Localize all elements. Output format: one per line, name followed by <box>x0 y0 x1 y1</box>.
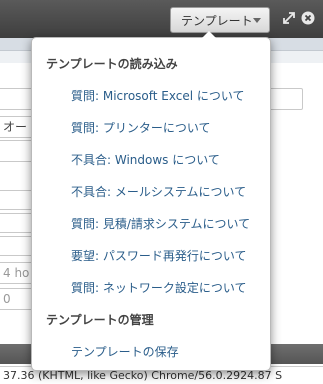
expand-icon[interactable] <box>281 10 297 26</box>
load-templates-heading: テンプレートの読み込み <box>46 57 178 71</box>
template-item-billing[interactable]: 質問: 見積/請求システムについて <box>71 215 250 232</box>
template-item-network[interactable]: 質問: ネットワーク設定について <box>71 279 247 296</box>
background-field[interactable] <box>0 213 34 233</box>
manage-templates-heading: テンプレートの管理 <box>46 313 154 327</box>
top-toolbar: テンプレート <box>0 0 323 39</box>
template-item-password[interactable]: 要望: パスワード再発行について <box>71 247 247 264</box>
background-field[interactable]: 4 ho <box>0 262 34 284</box>
background-field[interactable] <box>0 88 34 110</box>
background-select-field[interactable]: オー <box>0 116 34 138</box>
template-item-mail[interactable]: 不具合: メールシステムについて <box>71 183 246 200</box>
template-item-excel[interactable]: 質問: Microsoft Excel について <box>71 87 245 104</box>
template-dropdown-menu: テンプレートの読み込み 質問: Microsoft Excel について 質問:… <box>31 31 271 371</box>
close-icon[interactable] <box>300 10 316 26</box>
template-save-item[interactable]: テンプレートの保存 <box>71 343 179 360</box>
chevron-down-icon <box>253 18 261 23</box>
template-dropdown-button[interactable]: テンプレート <box>170 7 270 33</box>
template-item-windows[interactable]: 不具合: Windows について <box>71 151 220 168</box>
background-field[interactable] <box>0 140 34 162</box>
background-field[interactable] <box>0 236 34 256</box>
template-item-printer[interactable]: 質問: プリンターについて <box>71 119 211 136</box>
template-button-label: テンプレート <box>181 13 253 28</box>
background-field[interactable] <box>268 88 303 110</box>
background-field[interactable] <box>0 190 34 210</box>
background-field[interactable]: 0 <box>0 288 34 310</box>
